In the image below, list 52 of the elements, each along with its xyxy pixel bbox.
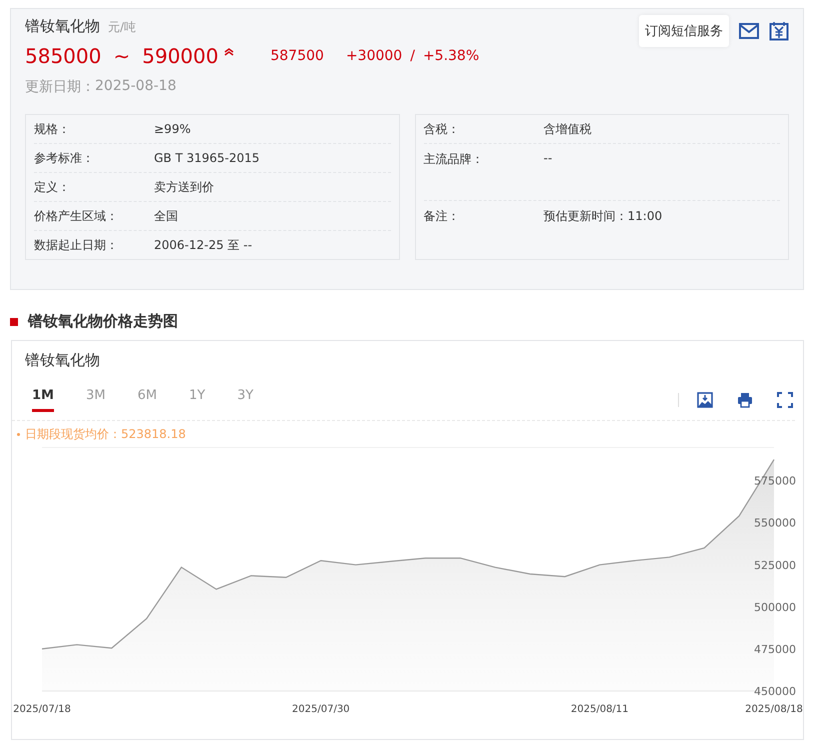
spec-value: 含增值税 [544, 120, 592, 138]
print-icon[interactable] [737, 392, 753, 408]
legend-dot [17, 433, 20, 436]
x-axis-label: 2025/08/11 [570, 704, 629, 715]
average-price-label: 日期段现货均价：523818.18 [25, 426, 186, 443]
calendar-yen-icon[interactable] [769, 21, 789, 41]
spec-label: 备注： [424, 208, 460, 225]
mail-icon[interactable] [739, 21, 759, 41]
range-tab[interactable]: 3Y [237, 388, 254, 412]
unit-label: 元/吨 [108, 19, 136, 36]
percent-change: +5.38% [422, 48, 480, 64]
x-axis-label: 2025/07/30 [292, 704, 350, 715]
chart-title: 镨钕氧化物 [25, 351, 101, 370]
price-high: 590000 [142, 44, 218, 68]
range-tab[interactable]: 3M [86, 388, 106, 412]
spec-value: 2006-12-25 至 -- [154, 236, 252, 254]
range-separator: ~ [113, 44, 130, 68]
spec-label: 参考标准： [34, 150, 95, 166]
range-tab[interactable]: 1M [32, 388, 54, 412]
y-axis-label: 500000 [754, 600, 796, 614]
spec-label: 数据起止日期： [34, 236, 119, 254]
fullscreen-icon[interactable] [777, 392, 793, 408]
range-tab[interactable]: 6M [137, 388, 157, 412]
change-separator: / [410, 48, 415, 64]
spec-value: 全国 [154, 208, 178, 224]
x-axis-label: 2025/08/18 [745, 704, 803, 715]
y-axis-label: 475000 [754, 642, 796, 656]
product-name: 镨钕氧化物 [25, 17, 100, 36]
spec-label: 含税： [424, 120, 460, 138]
spec-value: GB T 31965-2015 [154, 151, 260, 165]
section-title: 镨钕氧化物价格走势图 [28, 312, 178, 331]
x-axis-label: 2025/07/18 [13, 704, 71, 715]
spec-label: 价格产生区域： [34, 208, 119, 224]
spec-label: 定义： [34, 178, 71, 196]
spec-value: 卖方送到价 [154, 178, 214, 196]
image-download-icon[interactable] [697, 392, 713, 408]
subscribe-sms-button[interactable]: 订阅短信服务 [639, 15, 729, 47]
y-axis-label: 550000 [754, 516, 796, 530]
section-marker [10, 318, 18, 326]
update-date: 2025-08-18 [95, 78, 176, 96]
price-low: 585000 [25, 44, 102, 68]
y-axis-label: 525000 [754, 558, 796, 572]
y-axis-label: 450000 [754, 685, 796, 698]
spec-value: -- [544, 151, 552, 165]
spec-label: 规格： [34, 120, 71, 138]
range-tab[interactable]: 1Y [188, 388, 206, 412]
price-change: +30000 [346, 48, 402, 64]
spec-value: ≥99% [154, 122, 191, 136]
spec-value: 预估更新时间：11:00 [544, 208, 662, 225]
spec-label: 主流品牌： [424, 151, 484, 168]
update-label: 更新日期： [25, 78, 95, 96]
average-price: 587500 [270, 48, 324, 64]
